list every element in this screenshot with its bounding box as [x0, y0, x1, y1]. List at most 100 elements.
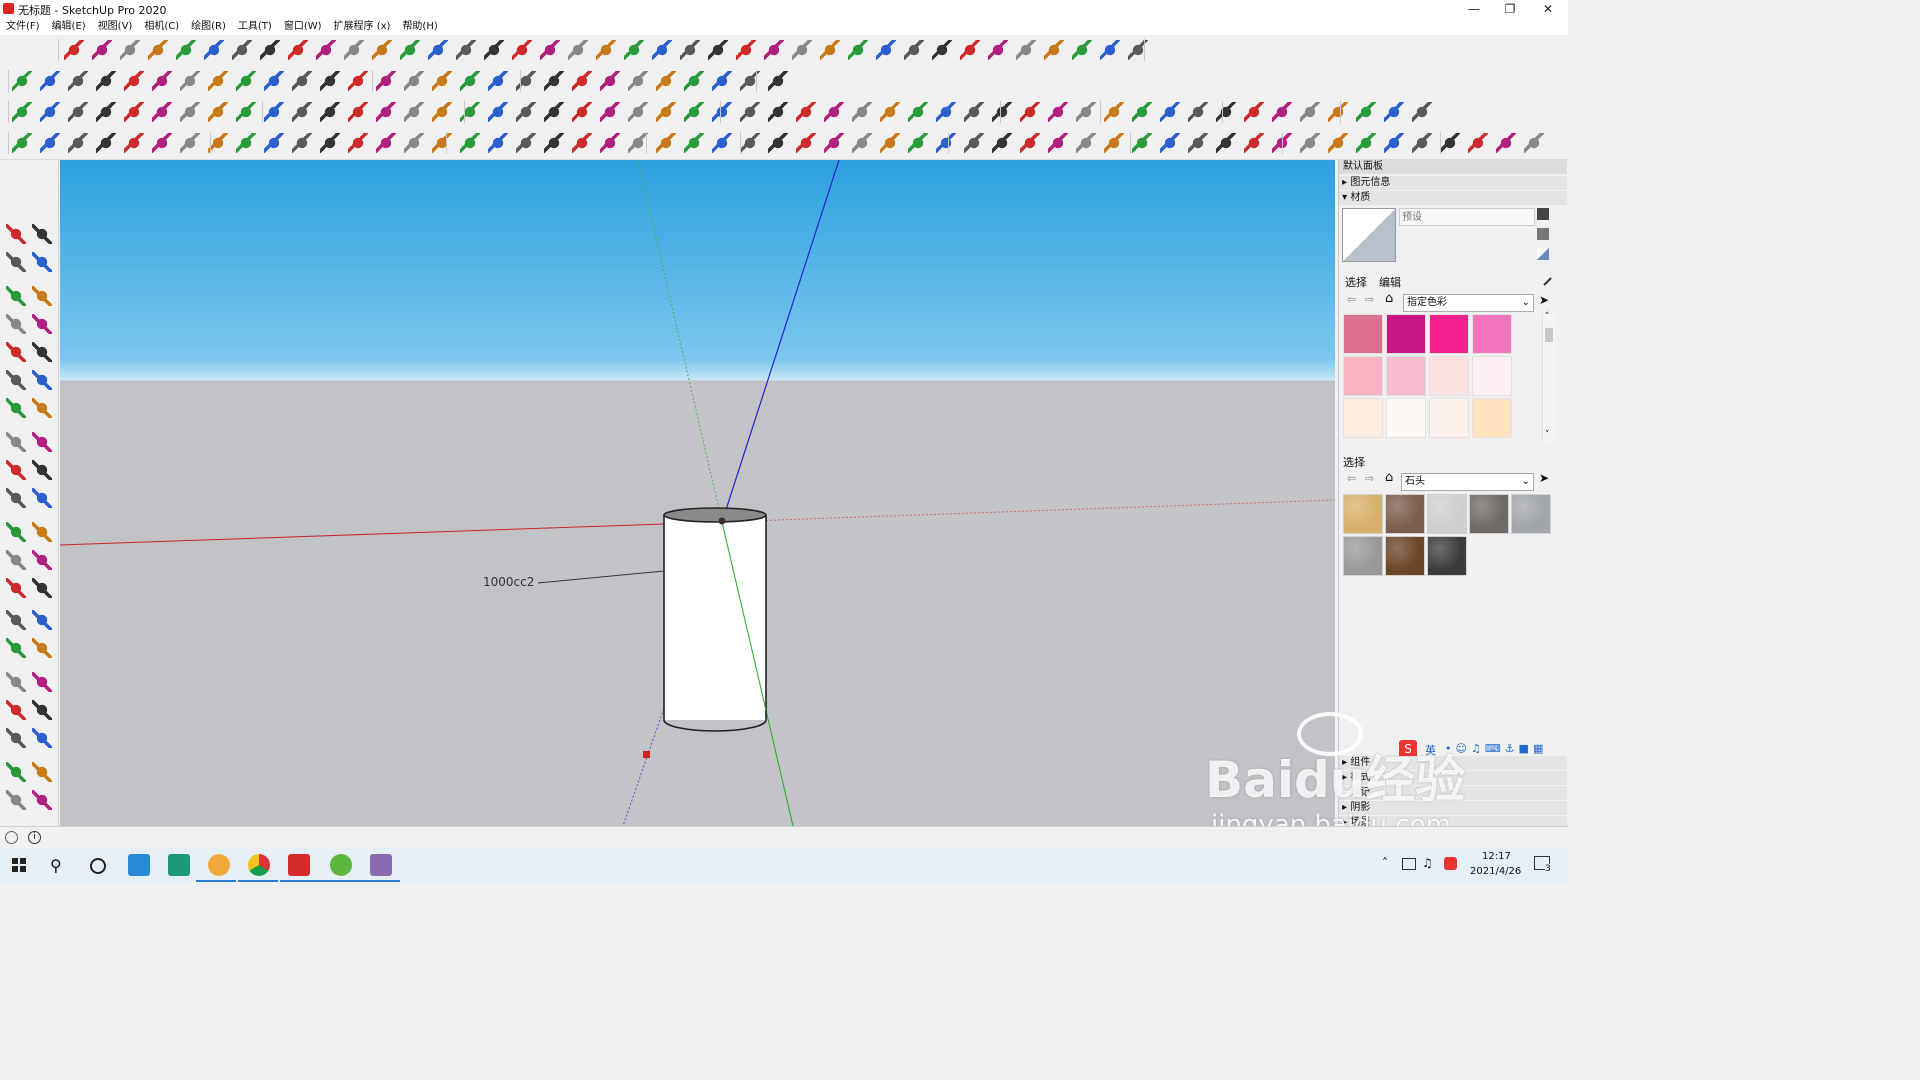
tool-icon[interactable]	[708, 40, 728, 60]
color-swatch[interactable]	[1386, 356, 1426, 396]
tool-icon[interactable]	[432, 133, 452, 153]
tool-icon[interactable]	[568, 40, 588, 60]
tool-icon[interactable]	[1440, 133, 1460, 153]
tool-icon[interactable]	[876, 40, 896, 60]
tool-icon[interactable]	[1356, 133, 1376, 153]
tool-icon[interactable]	[348, 71, 368, 91]
tool-icon[interactable]	[6, 224, 26, 244]
tool-icon[interactable]	[376, 133, 396, 153]
tool-icon[interactable]	[880, 133, 900, 153]
tool-icon[interactable]	[96, 71, 116, 91]
clock-date[interactable]: 2021/4/26	[1470, 866, 1521, 877]
tool-icon[interactable]	[32, 252, 52, 272]
network-icon[interactable]	[1402, 858, 1416, 870]
tool-icon[interactable]	[208, 102, 228, 122]
stone-swatch[interactable]	[1427, 536, 1467, 576]
tray-chevron-icon[interactable]: ˄	[1382, 856, 1388, 870]
tool-icon[interactable]	[32, 488, 52, 508]
tray-section-header[interactable]: ▸ 标记	[1339, 786, 1567, 800]
tool-icon[interactable]	[936, 102, 956, 122]
tool-icon[interactable]	[32, 672, 52, 692]
tool-icon[interactable]	[428, 40, 448, 60]
tool-icon[interactable]	[596, 40, 616, 60]
tool-icon[interactable]	[792, 40, 812, 60]
tool-icon[interactable]	[432, 102, 452, 122]
tool-icon[interactable]	[1244, 133, 1264, 153]
tool-icon[interactable]	[456, 40, 476, 60]
color-swatch[interactable]	[1386, 398, 1426, 438]
menu-edit[interactable]: 编辑(E)	[46, 18, 92, 35]
tool-icon[interactable]	[1160, 102, 1180, 122]
tool-icon[interactable]	[432, 71, 452, 91]
stone-swatch[interactable]	[1511, 494, 1551, 534]
tool-icon[interactable]	[572, 71, 592, 91]
tool-icon[interactable]	[1016, 40, 1036, 60]
tool-icon[interactable]	[348, 133, 368, 153]
tool-icon[interactable]	[6, 314, 26, 334]
tool-icon[interactable]	[544, 133, 564, 153]
tool-icon[interactable]	[124, 133, 144, 153]
tool-icon[interactable]	[32, 314, 52, 334]
tool-icon[interactable]	[964, 133, 984, 153]
tool-icon[interactable]	[68, 133, 88, 153]
tool-icon[interactable]	[68, 71, 88, 91]
color-swatch[interactable]	[1343, 398, 1383, 438]
tool-icon[interactable]	[124, 71, 144, 91]
tool-icon[interactable]	[1128, 40, 1148, 60]
tool-icon[interactable]	[656, 71, 676, 91]
tool-icon[interactable]	[1328, 133, 1348, 153]
tool-icon[interactable]	[684, 71, 704, 91]
menu-view[interactable]: 视图(V)	[92, 18, 139, 35]
tool-icon[interactable]	[852, 102, 872, 122]
tool-icon[interactable]	[32, 522, 52, 542]
tool-icon[interactable]	[6, 762, 26, 782]
tool-icon[interactable]	[32, 286, 52, 306]
tool-icon[interactable]	[404, 133, 424, 153]
tool-icon[interactable]	[232, 40, 252, 60]
forward-arrow-icon[interactable]: ⇨	[1365, 293, 1374, 306]
tool-icon[interactable]	[344, 40, 364, 60]
menu-draw[interactable]: 绘图(R)	[185, 18, 232, 35]
details-arrow-icon[interactable]: ➤	[1539, 293, 1549, 307]
tool-icon[interactable]	[404, 102, 424, 122]
tool-icon[interactable]	[1072, 40, 1092, 60]
tool-icon[interactable]	[32, 790, 52, 810]
tool-icon[interactable]	[372, 40, 392, 60]
tool-icon[interactable]	[32, 224, 52, 244]
tray-section-header[interactable]: ▸ 组件	[1339, 756, 1567, 770]
clock-time[interactable]: 12:17	[1482, 851, 1511, 862]
app-settings-icon[interactable]	[208, 854, 230, 876]
tool-icon[interactable]	[152, 133, 172, 153]
chrome-icon[interactable]	[248, 854, 270, 876]
tool-icon[interactable]	[264, 71, 284, 91]
tool-icon[interactable]	[1104, 102, 1124, 122]
color-swatch[interactable]	[1343, 314, 1383, 354]
home-icon[interactable]: ⌂	[1385, 470, 1393, 485]
search-icon[interactable]: ⚲	[50, 856, 62, 875]
tool-icon[interactable]	[652, 40, 672, 60]
tool-icon[interactable]	[1412, 102, 1432, 122]
tool-icon[interactable]	[6, 488, 26, 508]
tool-icon[interactable]	[600, 133, 620, 153]
stone-swatch[interactable]	[1343, 494, 1383, 534]
sketchup-icon[interactable]	[288, 854, 310, 876]
tool-icon[interactable]	[1244, 102, 1264, 122]
color-swatch[interactable]	[1472, 314, 1512, 354]
tool-icon[interactable]	[292, 71, 312, 91]
tool-icon[interactable]	[32, 342, 52, 362]
tool-icon[interactable]	[988, 40, 1008, 60]
info-icon[interactable]: i	[28, 831, 41, 844]
tool-icon[interactable]	[96, 102, 116, 122]
app-green-icon[interactable]	[330, 854, 352, 876]
tool-icon[interactable]	[264, 102, 284, 122]
menu-window[interactable]: 窗口(W)	[278, 18, 328, 35]
app-explorer-icon[interactable]	[128, 854, 150, 876]
tool-icon[interactable]	[6, 522, 26, 542]
color-swatch[interactable]	[1472, 398, 1512, 438]
tool-icon[interactable]	[6, 700, 26, 720]
tool-icon[interactable]	[740, 133, 760, 153]
tool-icon[interactable]	[1384, 102, 1404, 122]
tool-icon[interactable]	[628, 71, 648, 91]
tool-icon[interactable]	[904, 40, 924, 60]
tool-icon[interactable]	[768, 133, 788, 153]
